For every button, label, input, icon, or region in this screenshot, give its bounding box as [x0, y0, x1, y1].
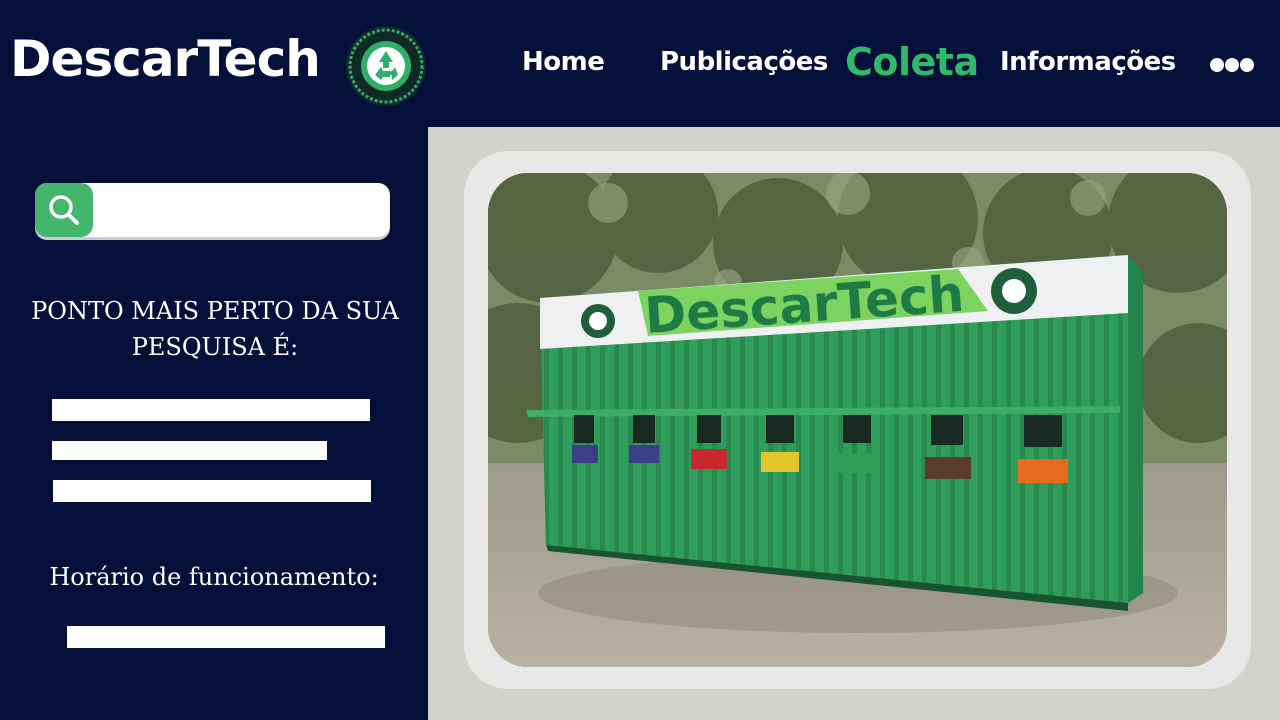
nearest-point-line-3 [53, 480, 371, 502]
search-input[interactable] [99, 189, 381, 231]
top-navbar: DescarTech Home Publicações Coleta Infor… [0, 0, 1280, 127]
nav-collection-active[interactable]: Coleta [845, 40, 979, 84]
nearest-point-heading: PONTO MAIS PERTO DA SUA PESQUISA É: [31, 297, 399, 361]
opening-hours-label: Horário de funcionamento: [49, 563, 379, 591]
search-bar [35, 183, 390, 237]
main-content: DescarTech [428, 127, 1280, 720]
search-button[interactable] [35, 183, 93, 237]
nearest-point-line-1 [52, 399, 370, 421]
brand-name[interactable]: DescarTech [10, 30, 321, 88]
nav-information[interactable]: Informações [1000, 47, 1176, 77]
search-icon [49, 195, 79, 225]
collection-container-photo: DescarTech [488, 173, 1227, 667]
more-dots-icon[interactable] [1210, 58, 1254, 74]
opening-hours-value [67, 626, 385, 648]
nearest-point-line-2 [52, 441, 327, 460]
nav-home[interactable]: Home [522, 47, 605, 77]
nav-publications[interactable]: Publicações [660, 47, 828, 77]
recycle-logo-icon[interactable] [345, 25, 427, 107]
photo-frame: DescarTech [464, 151, 1251, 689]
sidebar: PONTO MAIS PERTO DA SUA PESQUISA É: Horá… [0, 127, 428, 720]
